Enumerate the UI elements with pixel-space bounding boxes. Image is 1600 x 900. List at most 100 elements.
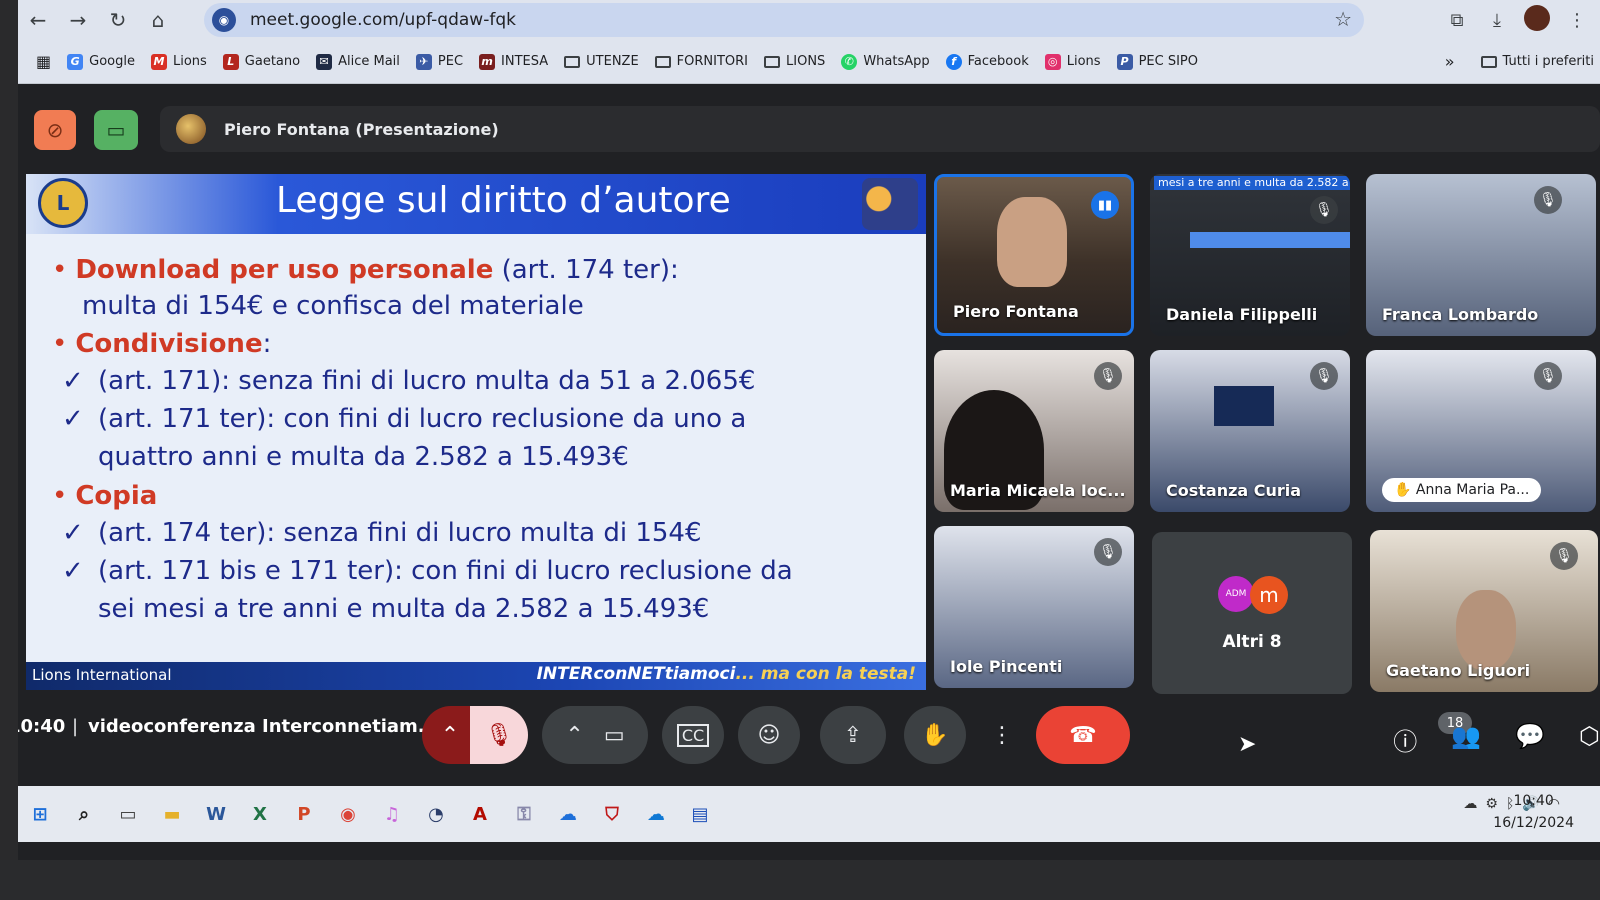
participant-tile[interactable]: ▮▮ Piero Fontana — [934, 174, 1134, 336]
presentation-icon[interactable]: ▭ — [94, 110, 138, 150]
powerpoint-icon[interactable]: P — [282, 794, 326, 834]
bookmark-utenze[interactable]: UTENZE — [564, 54, 639, 69]
download-icon[interactable]: ⤓ — [1482, 10, 1512, 31]
tray-icon[interactable]: ☁ — [1463, 796, 1477, 812]
slide-check-continuation: quattro anni e multa da 2.582 a 15.493€ — [98, 442, 629, 472]
slide-check-text: (art. 171): senza fini di lucro multa da… — [98, 366, 756, 396]
browser-toolbar: ← → ↻ ⌂ ◉ meet.google.com/upf-qdaw-fqk ☆… — [18, 0, 1600, 40]
bookmark-gaetano[interactable]: L Gaetano — [222, 53, 300, 70]
others-tile[interactable]: ADM m Altri 8 — [1152, 532, 1352, 694]
reactions-button[interactable]: ☺ — [738, 706, 800, 764]
menu-icon[interactable]: ⋮ — [1562, 10, 1592, 31]
file-explorer-icon[interactable]: ▬ — [150, 794, 194, 834]
present-button[interactable]: ⇪ — [820, 706, 886, 764]
slide-body: • Download per uso personale (art. 174 te… — [26, 234, 926, 662]
back-icon[interactable]: ← — [18, 0, 58, 40]
participant-name: Iole Pincenti — [950, 657, 1063, 676]
calendar-app-icon[interactable]: ▤ — [678, 794, 722, 834]
bookmark-intesa[interactable]: m INTESA — [479, 53, 549, 70]
folder-icon — [764, 55, 781, 68]
meet-right-controls: ⓘ 👥 💬 ⬡ — [1393, 722, 1600, 757]
emoji-icon: ☺ — [757, 722, 781, 748]
home-icon[interactable]: ⌂ — [138, 0, 178, 40]
system-clock[interactable]: 10:40 16/12/2024 — [1493, 790, 1574, 834]
leave-call-button[interactable]: ☎ — [1036, 706, 1130, 764]
extensions-icon[interactable]: ⧉ — [1442, 10, 1472, 31]
bookmark-google[interactable]: G Google — [67, 53, 135, 70]
bookmark-lions-mail[interactable]: M Lions — [150, 53, 207, 70]
bookmark-facebook[interactable]: f Facebook — [945, 53, 1029, 70]
all-bookmarks[interactable]: Tutti i preferiti — [1480, 54, 1594, 69]
forward-icon[interactable]: → — [58, 0, 98, 40]
bookmarks-bar: ▦ G Google M Lions L Gaetano ✉ Alice Mail ✈ P… — [18, 40, 1600, 84]
participant-tile[interactable]: mesi a tre anni e multa da 2.582 a 🎙 Dan… — [1150, 174, 1350, 336]
stop-presenting-icon[interactable]: ⊘ — [34, 110, 76, 150]
camera-toggle-button[interactable]: ⌃ ▭ — [542, 706, 648, 764]
excel-icon[interactable]: X — [238, 794, 282, 834]
bookmark-lions-instagram[interactable]: ◎ Lions — [1044, 53, 1101, 70]
others-count: Altri 8 — [1222, 632, 1282, 652]
acrobat-icon[interactable]: A — [458, 794, 502, 834]
chat-icon[interactable]: 💬 — [1515, 722, 1545, 757]
profile-avatar[interactable] — [1522, 4, 1552, 36]
slide-check-line: ✓ (art. 171 ter): con fini di lucro reclu… — [62, 400, 926, 438]
participant-tile[interactable]: 🎙 Gaetano Liguori — [1370, 530, 1598, 692]
participant-tile[interactable]: 🎙 Franca Lombardo — [1366, 174, 1596, 336]
task-view-icon[interactable]: ▭ — [106, 794, 150, 834]
bookmark-whatsapp[interactable]: ✆ WhatsApp — [841, 53, 930, 70]
participant-tile[interactable]: 🎙 Maria Micaela Ioc... — [934, 350, 1134, 512]
participant-tile[interactable]: 🎙 Costanza Curia — [1150, 350, 1350, 512]
meet-top-bar: ⊘ ▭ Piero Fontana (Presentazione) — [18, 88, 1600, 166]
bookmark-lions-folder[interactable]: LIONS — [764, 54, 825, 69]
url-text[interactable]: meet.google.com/upf-qdaw-fqk — [250, 10, 516, 30]
sky-icon[interactable]: ☁ — [546, 794, 590, 834]
bookmark-fornitori[interactable]: FORNITORI — [654, 54, 748, 69]
pec-sipo-icon: P — [1116, 53, 1133, 70]
mic-toggle-button[interactable]: 🎙 — [470, 706, 528, 764]
video-options-chevron-icon[interactable]: ⌃ — [565, 723, 583, 748]
gmail-icon: M — [150, 53, 167, 70]
bookmark-pec-sipo[interactable]: P PEC SIPO — [1116, 53, 1198, 70]
participant-tile[interactable]: 🎙 Iole Pincenti — [934, 526, 1134, 688]
bookmark-label: Alice Mail — [338, 54, 400, 69]
bookmark-star-icon[interactable]: ☆ — [1334, 7, 1352, 31]
meeting-title: videoconferenza Interconnetiam... — [88, 716, 439, 737]
word-icon[interactable]: W — [194, 794, 238, 834]
more-bookmarks-icon[interactable]: » — [1445, 52, 1455, 71]
bookmark-label: WhatsApp — [863, 54, 930, 69]
reload-icon[interactable]: ↻ — [98, 0, 138, 40]
bookmark-alice-mail[interactable]: ✉ Alice Mail — [316, 53, 400, 70]
whatsapp-icon: ✆ — [841, 53, 858, 70]
info-icon[interactable]: ⓘ — [1393, 722, 1417, 757]
participant-name: Costanza Curia — [1166, 481, 1302, 500]
slide-item-copia: • Copia — [52, 478, 926, 514]
captions-button[interactable]: CC — [662, 706, 724, 764]
address-bar[interactable]: ◉ meet.google.com/upf-qdaw-fqk ☆ — [204, 3, 1364, 37]
mcafee-icon[interactable]: ⛉ — [590, 794, 634, 834]
search-icon[interactable]: ⌕ — [62, 794, 106, 834]
slide-footer-right: INTERconNETtiamoci... ma con la testa! — [537, 664, 916, 684]
bookmark-pec[interactable]: ✈ PEC — [415, 53, 463, 70]
itunes-icon[interactable]: ♫ — [370, 794, 414, 834]
people-icon[interactable]: 👥 — [1451, 722, 1481, 757]
meeting-clock: 10:40 — [18, 716, 66, 737]
site-info-icon[interactable]: ◉ — [212, 8, 236, 32]
speedometer-icon[interactable]: ◔ — [414, 794, 458, 834]
bookmark-label: INTESA — [501, 54, 549, 69]
check-icon: ✓ — [62, 404, 84, 434]
slide-check-line: ✓ (art. 171): senza fini di lucro multa d… — [62, 362, 926, 400]
more-options-icon[interactable]: ⋮ — [980, 706, 1024, 764]
participant-tile[interactable]: 🎙 ✋ Anna Maria Pa... — [1366, 350, 1596, 512]
key-icon[interactable]: ⚿ — [502, 794, 546, 834]
raise-hand-button[interactable]: ✋ — [904, 706, 966, 764]
bookmark-label: UTENZE — [586, 54, 639, 69]
activities-icon[interactable]: ⬡ — [1579, 722, 1600, 757]
participant-name: Maria Micaela Ioc... — [950, 481, 1126, 500]
start-icon[interactable]: ⊞ — [18, 794, 62, 834]
slide-check-line: ✓ (art. 171 bis e 171 ter): con fini di l… — [62, 552, 926, 590]
speaking-indicator-icon: ▮▮ — [1091, 191, 1119, 219]
participant-avatar: m — [1250, 576, 1288, 614]
onedrive-icon[interactable]: ☁ — [634, 794, 678, 834]
apps-icon[interactable]: ▦ — [36, 52, 51, 71]
chrome-icon[interactable]: ◉ — [326, 794, 370, 834]
